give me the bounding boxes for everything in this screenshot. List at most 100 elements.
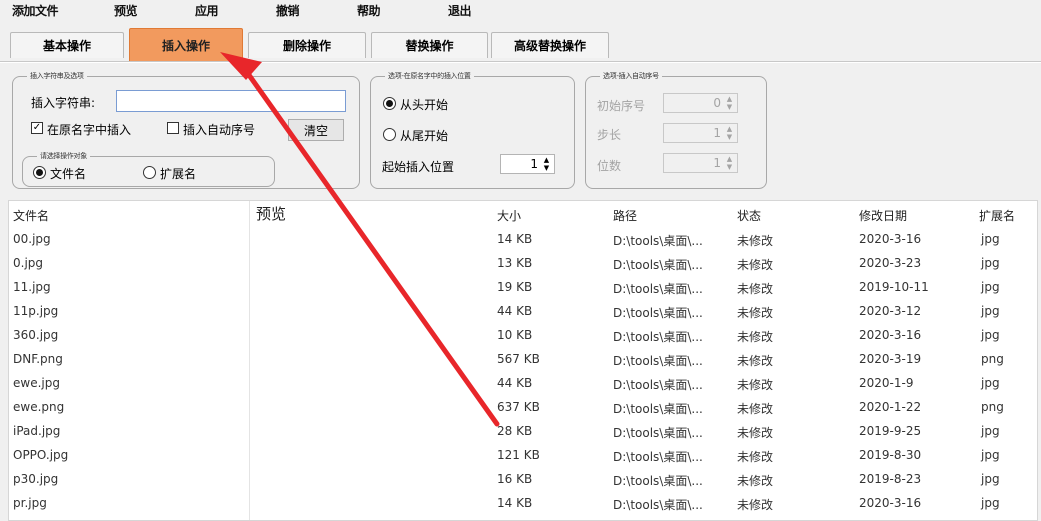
table-row[interactable]: 11p.jpg 44 KB D:\tools\桌面\... 未修改 2020-3-12 j… [9,301,1037,323]
cell-path: D:\tools\桌面\... [613,234,703,248]
cell-modified-date: 2019-10-11 [859,280,929,294]
header-extension[interactable]: 扩展名 [979,207,1015,224]
in-original-checkbox[interactable]: ✓ [31,122,43,134]
table-row[interactable]: 00.jpg 14 KB D:\tools\桌面\... 未修改 2020-3-16 jp… [9,229,1037,251]
header-size[interactable]: 大小 [497,207,521,224]
menu-bar: 添加文件 预览 应用 撤销 帮助 退出 [0,0,1041,22]
menu-help[interactable]: 帮助 [357,2,381,19]
tab-basic[interactable]: 基本操作 [10,32,124,58]
from-start-radio[interactable] [383,97,396,110]
insert-options-panel: 插入字符串及选项 插入字符串: ✓ 在原名字中插入 插入自动序号 清空 请选择操… [0,62,1041,199]
cell-size: 44 KB [497,304,533,318]
cell-modified-date: 2020-3-16 [859,232,922,246]
table-row[interactable]: 360.jpg 10 KB D:\tools\桌面\... 未修改 2020-3-16 j… [9,325,1037,347]
cell-path: D:\tools\桌面\... [613,426,703,440]
filename-label[interactable]: 文件名 [50,165,86,182]
from-end-label[interactable]: 从尾开始 [400,127,448,144]
extension-label[interactable]: 扩展名 [160,165,196,182]
table-row[interactable]: p30.jpg 16 KB D:\tools\桌面\... 未修改 2019-8-23 j… [9,469,1037,491]
cell-extension: jpg [981,232,1000,246]
cell-modified-date: 2020-3-16 [859,496,922,510]
table-row[interactable]: ewe.jpg 44 KB D:\tools\桌面\... 未修改 2020-1-9 jp… [9,373,1037,395]
tab-replace[interactable]: 替换操作 [371,32,488,58]
from-start-label[interactable]: 从头开始 [400,96,448,113]
cell-size: 44 KB [497,376,533,390]
auto-number-label[interactable]: 插入自动序号 [183,121,255,138]
clear-button[interactable]: 清空 [288,119,344,141]
tab-insert[interactable]: 插入操作 [129,28,243,62]
table-row[interactable]: OPPO.jpg 121 KB D:\tools\桌面\... 未修改 2019-8-3… [9,445,1037,467]
spinner-arrows-icon: ▲ ▼ [726,125,733,141]
header-path[interactable]: 路径 [613,207,637,224]
cell-extension: jpg [981,424,1000,438]
cell-modified-date: 2020-3-16 [859,328,922,342]
cell-modified-date: 2020-1-22 [859,400,922,414]
insert-string-input[interactable] [116,90,346,112]
cell-filename: 00.jpg [13,232,51,246]
spinner-arrows-icon: ▲ ▼ [726,155,733,171]
table-row[interactable]: DNF.png 567 KB D:\tools\桌面\... 未修改 2020-3-19… [9,349,1037,371]
step-label: 步长 [597,128,622,142]
cell-extension: png [981,352,1004,366]
insert-string-label: 插入字符串: [31,96,96,110]
cell-status: 未修改 [737,306,774,320]
digits-label: 位数 [597,159,622,173]
menu-add-files[interactable]: 添加文件 [12,2,59,19]
table-row[interactable]: pr.jpg 14 KB D:\tools\桌面\... 未修改 2020-3-16 jp… [9,493,1037,515]
tab-strip: 基本操作 插入操作 删除操作 替换操作 高级替换操作 [0,28,1041,62]
initial-number-label: 初始序号 [597,99,646,113]
menu-apply[interactable]: 应用 [195,2,219,19]
table-row[interactable]: iPad.jpg 28 KB D:\tools\桌面\... 未修改 2019-9-25… [9,421,1037,443]
from-end-radio[interactable] [383,128,396,141]
start-position-value: 1 [530,157,538,171]
cell-modified-date: 2020-3-19 [859,352,922,366]
tab-delete[interactable]: 删除操作 [248,32,366,58]
header-filename[interactable]: 文件名 [13,207,49,224]
target-legend: 请选择操作对象 [40,152,87,160]
cell-path: D:\tools\桌面\... [613,258,703,272]
cell-size: 121 KB [497,448,540,462]
start-position-spinner[interactable]: 1 ▲ ▼ [500,154,555,174]
cell-size: 637 KB [497,400,540,414]
in-original-label[interactable]: 在原名字中插入 [47,121,131,138]
filename-radio[interactable] [33,166,46,179]
cell-extension: jpg [981,376,1000,390]
cell-status: 未修改 [737,498,774,512]
header-modified-date[interactable]: 修改日期 [859,207,907,224]
cell-path: D:\tools\桌面\... [613,498,703,512]
spinner-arrows-icon[interactable]: ▲ ▼ [541,156,552,172]
initial-number-spinner: 0 ▲ ▼ [663,93,738,113]
header-status[interactable]: 状态 [737,207,761,224]
spinner-arrows-icon: ▲ ▼ [726,95,733,111]
auto-number-checkbox[interactable] [167,122,179,134]
cell-extension: png [981,400,1004,414]
cell-modified-date: 2019-9-25 [859,424,922,438]
cell-size: 10 KB [497,328,533,342]
cell-extension: jpg [981,328,1000,342]
auto-number-legend: 选项-插入自动序号 [603,72,659,80]
menu-undo[interactable]: 撤销 [276,2,300,19]
menu-preview[interactable]: 预览 [114,2,138,19]
cell-filename: OPPO.jpg [13,448,69,462]
file-list-table[interactable]: 文件名 预览 大小 路径 状态 修改日期 扩展名 00.jpg 14 KB D:\t… [8,200,1038,521]
cell-modified-date: 2020-3-12 [859,304,922,318]
cell-size: 14 KB [497,232,533,246]
cell-status: 未修改 [737,258,774,272]
cell-modified-date: 2020-3-23 [859,256,922,270]
table-row[interactable]: 11.jpg 19 KB D:\tools\桌面\... 未修改 2019-10-11 j… [9,277,1037,299]
cell-status: 未修改 [737,330,774,344]
table-row[interactable]: 0.jpg 13 KB D:\tools\桌面\... 未修改 2020-3-23 jpg [9,253,1037,275]
tab-advanced-replace[interactable]: 高级替换操作 [491,32,609,58]
cell-filename: 360.jpg [13,328,59,342]
header-preview[interactable]: 预览 [256,203,286,224]
table-row[interactable]: ewe.png 637 KB D:\tools\桌面\... 未修改 2020-1-22… [9,397,1037,419]
cell-path: D:\tools\桌面\... [613,306,703,320]
cell-modified-date: 2020-1-9 [859,376,914,390]
cell-path: D:\tools\桌面\... [613,450,703,464]
cell-extension: jpg [981,256,1000,270]
cell-path: D:\tools\桌面\... [613,402,703,416]
cell-filename: 11.jpg [13,280,51,294]
menu-exit[interactable]: 退出 [448,2,472,19]
digits-value: 1 [713,156,721,170]
extension-radio[interactable] [143,166,156,179]
